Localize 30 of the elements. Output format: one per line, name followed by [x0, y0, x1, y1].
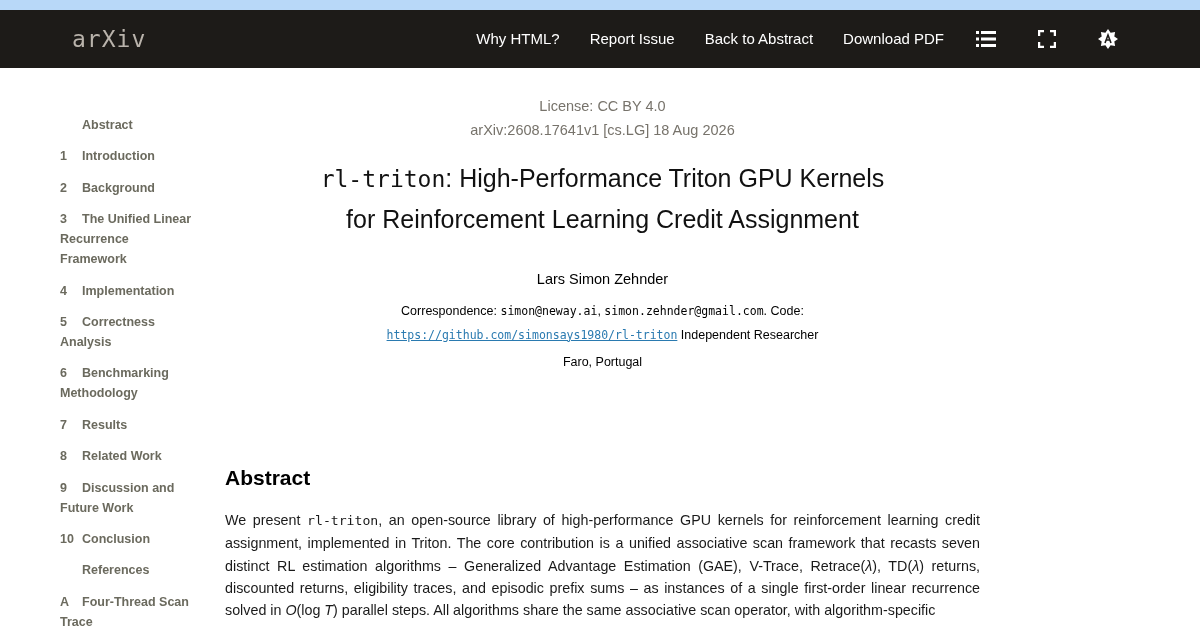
paper-title: rl-triton: High-Performance Triton GPU Kernels for Reinforcement Learning Credit Assignment: [319, 163, 886, 235]
toc-link[interactable]: 3 The Unified Linear Recurrence Framework: [60, 209, 194, 270]
arxiv-identifier: arXiv:2608.17641v1 [cs.LG] 18 Aug 2026: [470, 121, 735, 140]
toc-link[interactable]: References: [60, 560, 194, 581]
nav-link[interactable]: Report Issue: [589, 27, 675, 51]
toc-link[interactable]: 4 Implementation: [60, 280, 194, 301]
toc-link[interactable]: 2 Background: [60, 177, 194, 198]
repository-link[interactable]: https://github.com/simonsays1980/rl-triton: [386, 327, 678, 342]
toc-link[interactable]: 8 Related Work: [60, 446, 194, 467]
nav-link[interactable]: Download PDF: [843, 27, 944, 51]
toc-link[interactable]: 1 Introduction: [60, 146, 194, 167]
toc-link[interactable]: 10 Conclusion: [60, 528, 194, 549]
toc-link[interactable]: 5 Correctness Analysis: [60, 311, 194, 352]
affiliation-location: Faro, Portugal: [562, 353, 643, 371]
toc-link[interactable]: Abstract: [60, 115, 194, 135]
site-logo[interactable]: arXiv: [72, 21, 147, 57]
toc-link[interactable]: 7 Results: [60, 414, 194, 435]
toc-link[interactable]: A Four-Thread Scan Trace: [60, 591, 194, 630]
abstract-heading: Abstract: [225, 464, 312, 491]
nav-link[interactable]: Why HTML?: [476, 27, 560, 51]
theme-icon[interactable]: [1098, 29, 1118, 49]
abstract-paragraph: We present rl-triton, an open-source library of high-performance GPU kernels for reinforcement learning credit assignment, implemented in Triton. The core contribution is a unified associative scan framework that recasts seven distinct RL estimation algorithms – Generalized Advantage Estimation (GAE), V-Trace, Retrace(λ), TD(λ) returns, discounted returns, eligibility traces, and episodic prefix sums – as instances of a single first-order linear recurrence solved in O(log T) parallel steps. All algorithms share the same associative scan operator, with algorithm-specific: [225, 511, 980, 621]
correspondence-text: Correspondence: simon@neway.ai, simon.zehnder@gmail.com. Code: https://github.com/simonsays1980/rl-triton Independent Researcher: [385, 302, 820, 344]
toc-link[interactable]: 6 Benchmarking Methodology: [60, 363, 194, 404]
nav-link[interactable]: Back to Abstract: [704, 27, 814, 51]
author-name: Lars Simon Zehnder: [536, 270, 669, 289]
toc-link[interactable]: 9 Discussion and Future Work: [60, 477, 194, 518]
fullscreen-icon[interactable]: [1038, 30, 1056, 48]
list-icon[interactable]: [976, 30, 996, 48]
license-text: License: CC BY 4.0: [539, 97, 666, 116]
